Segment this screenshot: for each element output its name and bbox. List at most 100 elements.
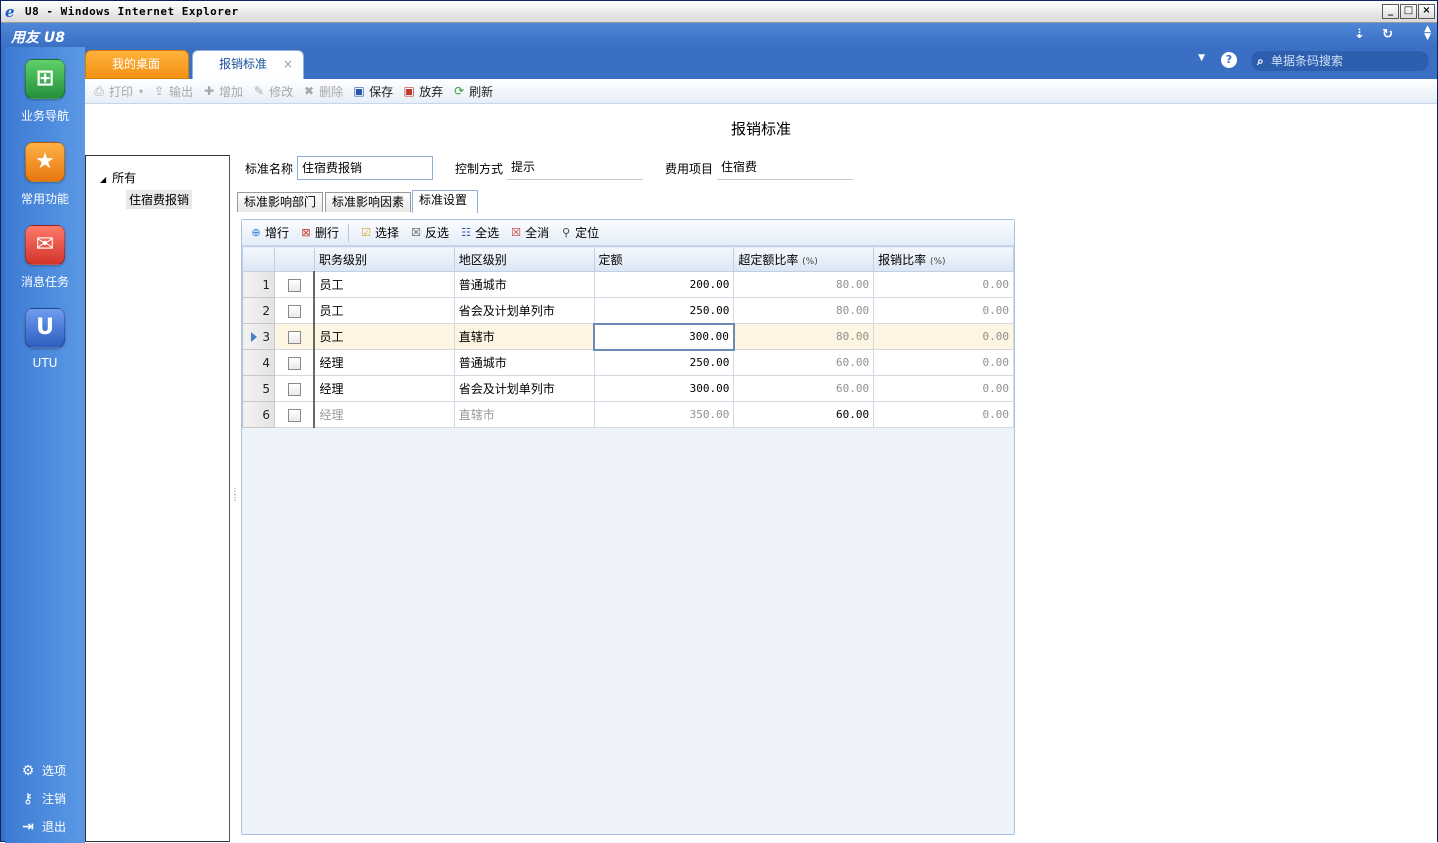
minimize-button[interactable]: _ bbox=[1382, 4, 1399, 19]
cell-over-quota-ratio[interactable]: 80.00 bbox=[733, 323, 875, 350]
row-checkbox[interactable] bbox=[287, 278, 301, 292]
cell-over-quota-ratio[interactable]: 60.00 bbox=[733, 401, 875, 428]
print-button[interactable]: ⎙ 打印 ▾ bbox=[91, 83, 143, 100]
tab-reimbursement-standard[interactable]: 报销标准 × bbox=[192, 50, 304, 79]
edit-button[interactable]: ✎ 修改 bbox=[251, 83, 293, 100]
pane-splitter[interactable]: ⋮ ⋮ bbox=[231, 488, 239, 507]
discard-button[interactable]: ▣ 放弃 bbox=[401, 83, 443, 100]
sidebar-item-messages[interactable]: ✉ 消息任务 bbox=[5, 225, 85, 290]
row-checkbox-cell[interactable] bbox=[273, 375, 315, 402]
tree-node-lodging[interactable]: 住宿费报销 bbox=[126, 190, 193, 209]
cell-reimbursement-ratio[interactable]: 0.00 bbox=[873, 323, 1014, 350]
cell-region-level[interactable]: 省会及计划单列市 bbox=[453, 297, 595, 324]
row-checkbox[interactable] bbox=[287, 382, 301, 396]
cell-quota[interactable]: 200.00 bbox=[593, 271, 735, 298]
cell-over-quota-ratio[interactable]: 80.00 bbox=[733, 271, 875, 298]
chevron-down-icon[interactable]: ▼ bbox=[1198, 53, 1205, 63]
cell-over-quota-ratio[interactable]: 80.00 bbox=[733, 297, 875, 324]
cell-quota-active[interactable]: 300.00 bbox=[593, 322, 735, 351]
percent-unit: (%) bbox=[802, 256, 818, 267]
cell-region-level[interactable]: 省会及计划单列市 bbox=[453, 375, 595, 402]
add-row-button[interactable]: ⊕ 增行 bbox=[248, 224, 289, 241]
sidebar-item-business-nav[interactable]: ⊞ 业务导航 bbox=[5, 59, 85, 124]
cell-position-level[interactable]: 员工 bbox=[313, 323, 455, 350]
cell-quota[interactable]: 300.00 bbox=[593, 375, 735, 402]
sidebar-item-favorites[interactable]: ★ 常用功能 bbox=[5, 142, 85, 207]
table-row[interactable]: 6 经理 直辖市 350.00 60.00 0.00 bbox=[242, 401, 1014, 428]
expense-item-field[interactable]: 住宿费 bbox=[717, 156, 853, 180]
row-checkbox-cell[interactable] bbox=[273, 297, 315, 324]
cell-position-level[interactable]: 经理 bbox=[313, 349, 455, 376]
logout-button[interactable]: ⚷ 注销 bbox=[20, 790, 66, 807]
locate-button[interactable]: ⚲ 定位 bbox=[558, 224, 599, 241]
cell-quota[interactable]: 350.00 bbox=[593, 401, 735, 428]
cell-region-level[interactable]: 直辖市 bbox=[453, 401, 595, 428]
cell-position-level[interactable]: 经理 bbox=[313, 401, 455, 428]
tree-node-all[interactable]: ◢ 所有 bbox=[100, 169, 136, 186]
cell-position-level[interactable]: 员工 bbox=[313, 271, 455, 298]
refresh-app-icon[interactable]: ↻ bbox=[1382, 27, 1393, 42]
tab-affected-departments[interactable]: 标准影响部门 bbox=[237, 192, 323, 212]
options-label: 选项 bbox=[42, 764, 67, 778]
cell-reimbursement-ratio[interactable]: 0.00 bbox=[873, 401, 1014, 428]
cell-quota[interactable]: 250.00 bbox=[593, 297, 735, 324]
invert-selection-button[interactable]: ☒ 反选 bbox=[408, 224, 449, 241]
row-checkbox[interactable] bbox=[287, 304, 301, 318]
save-button[interactable]: ▣ 保存 bbox=[351, 83, 393, 100]
row-checkbox[interactable] bbox=[287, 408, 301, 422]
cell-reimbursement-ratio[interactable]: 0.00 bbox=[873, 271, 1014, 298]
table-row[interactable]: 5 经理 省会及计划单列市 300.00 60.00 0.00 bbox=[242, 375, 1014, 402]
column-header-position-level[interactable]: 职务级别 bbox=[313, 246, 455, 272]
cell-region-level[interactable]: 普通城市 bbox=[453, 271, 595, 298]
control-mode-field[interactable]: 提示 bbox=[507, 156, 643, 180]
cell-region-level[interactable]: 普通城市 bbox=[453, 349, 595, 376]
row-checkbox-cell[interactable] bbox=[273, 401, 315, 428]
help-icon[interactable]: ? bbox=[1221, 52, 1237, 68]
row-checkbox[interactable] bbox=[287, 356, 301, 370]
clear-all-button[interactable]: ☒ 全消 bbox=[508, 224, 549, 241]
exit-button[interactable]: ⇥ 退出 bbox=[20, 818, 66, 835]
row-checkbox[interactable] bbox=[287, 330, 301, 344]
row-checkbox-cell[interactable] bbox=[273, 349, 315, 376]
column-header-reimbursement-ratio[interactable]: 报销比率 (%) bbox=[873, 246, 1014, 272]
tab-affecting-factors[interactable]: 标准影响因素 bbox=[325, 192, 411, 212]
cell-region-level[interactable]: 直辖市 bbox=[453, 323, 595, 350]
collapse-triangle-icon[interactable]: ◢ bbox=[100, 175, 106, 184]
cell-position-level[interactable]: 员工 bbox=[313, 297, 455, 324]
delete-row-button[interactable]: ⊠ 删行 bbox=[298, 224, 339, 241]
row-checkbox-cell[interactable] bbox=[273, 323, 315, 350]
export-button[interactable]: ⇪ 输出 bbox=[151, 83, 193, 100]
sidebar-item-utu[interactable]: U UTU bbox=[5, 308, 85, 370]
table-row[interactable]: 2 员工 省会及计划单列市 250.00 80.00 0.00 bbox=[242, 297, 1014, 324]
close-tab-icon[interactable]: × bbox=[283, 51, 293, 77]
maximize-button[interactable]: □ bbox=[1400, 4, 1417, 19]
dropdown-arrows-icon[interactable]: ⇣ bbox=[1354, 27, 1365, 42]
cell-position-level[interactable]: 经理 bbox=[313, 375, 455, 402]
discard-icon: ▣ bbox=[403, 84, 415, 98]
column-header-region-level[interactable]: 地区级别 bbox=[453, 246, 595, 272]
row-checkbox-cell[interactable] bbox=[273, 271, 315, 298]
table-row[interactable]: 4 经理 普通城市 250.00 60.00 0.00 bbox=[242, 349, 1014, 376]
add-button[interactable]: ✚ 增加 bbox=[201, 83, 243, 100]
cell-over-quota-ratio[interactable]: 60.00 bbox=[733, 349, 875, 376]
cell-reimbursement-ratio[interactable]: 0.00 bbox=[873, 375, 1014, 402]
standard-name-field[interactable]: 住宿费报销 bbox=[297, 156, 433, 180]
close-window-button[interactable]: × bbox=[1418, 4, 1435, 19]
column-header-over-quota-ratio[interactable]: 超定额比率 (%) bbox=[733, 246, 875, 272]
tab-standard-settings[interactable]: 标准设置 bbox=[412, 190, 478, 213]
select-all-button[interactable]: ☷ 全选 bbox=[458, 224, 499, 241]
select-button[interactable]: ☑ 选择 bbox=[358, 224, 399, 241]
cell-reimbursement-ratio[interactable]: 0.00 bbox=[873, 297, 1014, 324]
refresh-button[interactable]: ⟳ 刷新 bbox=[451, 83, 493, 100]
column-header-quota[interactable]: 定额 bbox=[593, 246, 735, 272]
cell-over-quota-ratio[interactable]: 60.00 bbox=[733, 375, 875, 402]
barcode-search-input[interactable]: ⌕ 单据条码搜索 bbox=[1251, 51, 1429, 71]
delete-button[interactable]: ✖ 删除 bbox=[301, 83, 343, 100]
tab-my-desktop[interactable]: 我的桌面 bbox=[85, 50, 189, 79]
options-button[interactable]: ⚙ 选项 bbox=[20, 762, 66, 779]
cell-quota[interactable]: 250.00 bbox=[593, 349, 735, 376]
scroll-arrows-icon[interactable]: ▲ ▼ bbox=[1424, 25, 1431, 42]
cell-reimbursement-ratio[interactable]: 0.00 bbox=[873, 349, 1014, 376]
table-row[interactable]: 1 员工 普通城市 200.00 80.00 0.00 bbox=[242, 271, 1014, 298]
table-row-selected[interactable]: 3 员工 直辖市 300.00 80.00 0.00 bbox=[242, 322, 1014, 351]
